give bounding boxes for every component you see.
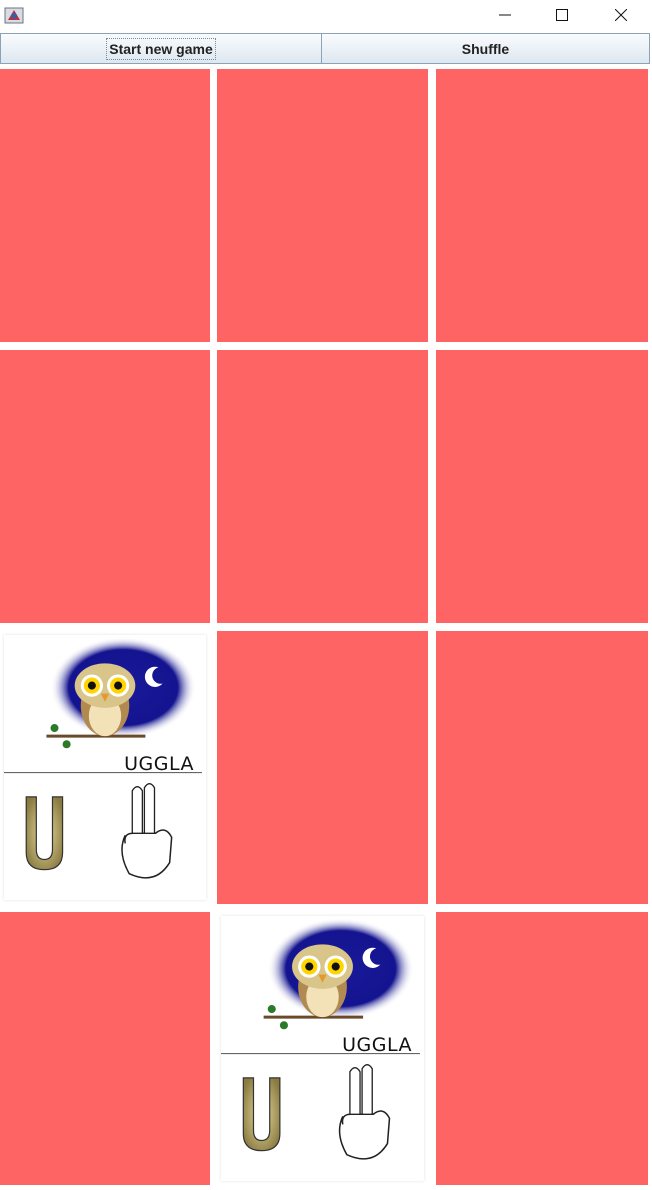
card-r4-c2[interactable]: UGGLA <box>217 912 428 1185</box>
minimize-icon[interactable] <box>476 0 534 30</box>
title-bar <box>0 0 652 32</box>
card-r1-c1[interactable] <box>0 69 210 342</box>
toolbar: Start new game Shuffle <box>0 33 652 65</box>
card-r4-c1[interactable] <box>0 912 210 1185</box>
card-r3-c1[interactable]: UGGLA <box>0 631 210 904</box>
close-icon[interactable] <box>592 0 650 30</box>
card-r2-c3[interactable] <box>436 350 648 623</box>
card-word-label: UGGLA <box>342 1034 412 1056</box>
card-r1-c2[interactable] <box>217 69 428 342</box>
card-r1-c3[interactable] <box>436 69 648 342</box>
shuffle-label: Shuffle <box>461 40 510 57</box>
java-app-icon <box>4 5 24 25</box>
card-word-label: UGGLA <box>124 753 194 775</box>
shuffle-button[interactable]: Shuffle <box>321 33 650 64</box>
card-r3-c3[interactable] <box>436 631 648 904</box>
card-r3-c2[interactable] <box>217 631 428 904</box>
owl-card-image: UGGLA <box>4 635 206 900</box>
card-r2-c2[interactable] <box>217 350 428 623</box>
maximize-icon[interactable] <box>533 0 591 30</box>
card-r2-c1[interactable] <box>0 350 210 623</box>
start-new-game-button[interactable]: Start new game <box>0 33 322 64</box>
card-r4-c3[interactable] <box>436 912 648 1185</box>
start-new-game-label: Start new game <box>106 37 216 60</box>
owl-card-image: UGGLA <box>221 916 424 1181</box>
game-board: UGGLA UGGLA <box>0 66 652 1190</box>
